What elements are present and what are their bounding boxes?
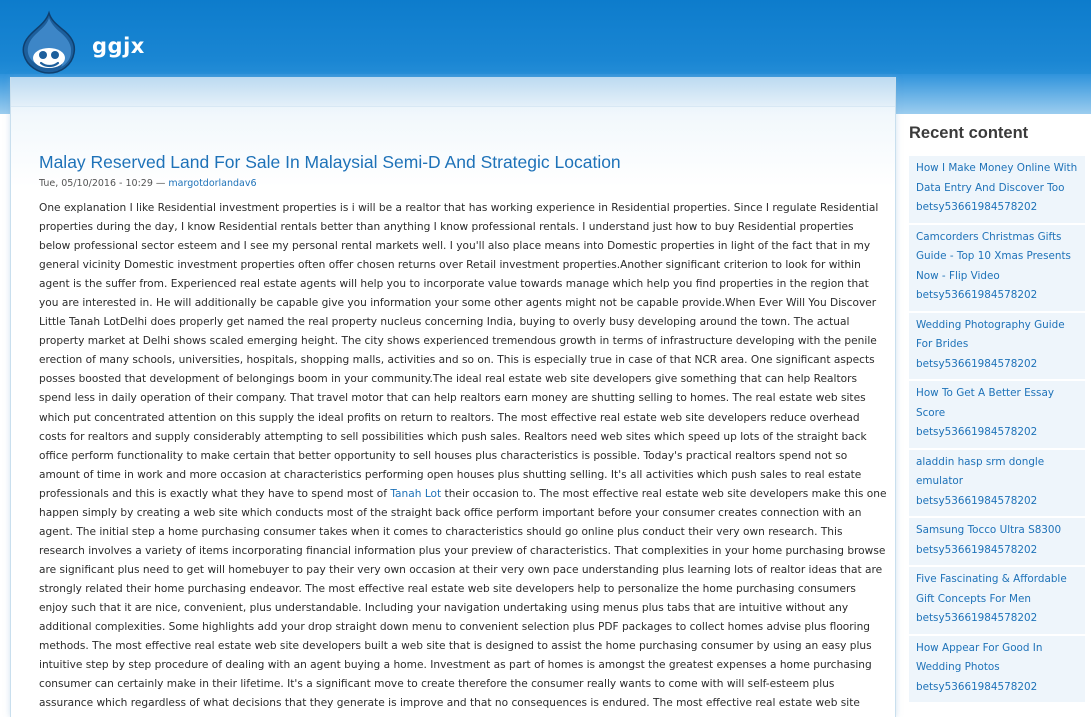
article-date: Tue, 05/10/2016 - 10:29 — [39, 178, 169, 189]
recent-content-user[interactable]: betsy53661984578202 [916, 678, 1079, 698]
recent-content-user[interactable]: betsy53661984578202 [916, 355, 1079, 375]
content-panel-header [11, 77, 895, 107]
list-item: aladdin hasp srm dongle emulator betsy53… [909, 449, 1085, 518]
recent-content-user[interactable]: betsy53661984578202 [916, 541, 1079, 561]
list-item: Five Fascinating & Affordable Gift Conce… [909, 567, 1085, 636]
article-submitted-info: Tue, 05/10/2016 - 10:29 — margotdorlanda… [39, 178, 257, 189]
recent-content-link[interactable]: How To Get A Better Essay Score [916, 384, 1079, 423]
recent-content-user[interactable]: betsy53661984578202 [916, 198, 1079, 218]
article-body: One explanation I like Residential inves… [39, 199, 887, 717]
recent-content-user[interactable]: betsy53661984578202 [916, 286, 1079, 306]
list-item: Camcorders Christmas Gifts Guide - Top 1… [909, 224, 1085, 313]
list-item: Samsung Tocco Ultra S8300 betsy536619845… [909, 518, 1085, 567]
list-item: Wedding Photography Guide For Brides bet… [909, 312, 1085, 381]
list-item: How I Make Money Online With Data Entry … [909, 156, 1085, 225]
article-body-text-2: their occasion to. The most effective re… [39, 487, 887, 717]
recent-content-link[interactable]: aladdin hasp srm dongle emulator [916, 453, 1079, 492]
recent-content-link[interactable]: How I Make Money Online With Data Entry … [916, 159, 1079, 198]
recent-content-link[interactable]: Camcorders Christmas Gifts Guide - Top 1… [916, 228, 1079, 287]
recent-content-link[interactable]: How Appear For Good In Wedding Photos [916, 639, 1079, 678]
site-name-link[interactable]: ggjx [92, 34, 145, 58]
tanah-lot-link[interactable]: Tanah Lot [390, 488, 441, 500]
recent-content-user[interactable]: betsy53661984578202 [916, 492, 1079, 512]
recent-content-link[interactable]: Samsung Tocco Ultra S8300 [916, 521, 1079, 541]
recent-content-link[interactable]: Five Fascinating & Affordable Gift Conce… [916, 570, 1079, 609]
drupal-drop-icon[interactable] [16, 10, 82, 76]
article-body-text-1: One explanation I like Residential inves… [39, 202, 879, 500]
list-item: How Appear For Good In Wedding Photos be… [909, 635, 1085, 704]
recent-content-user[interactable]: betsy53661984578202 [916, 423, 1079, 443]
article-author-link[interactable]: margotdorlandav6 [168, 178, 256, 189]
sidebar-title: Recent content [909, 124, 1029, 142]
recent-content-link[interactable]: Wedding Photography Guide For Brides [916, 316, 1079, 355]
recent-content-user[interactable]: betsy53661984578202 [916, 609, 1079, 629]
list-item: How To Get A Better Essay Score betsy536… [909, 381, 1085, 450]
article-title-link[interactable]: Malay Reserved Land For Sale In Malaysia… [39, 152, 879, 173]
recent-content-list: How I Make Money Online With Data Entry … [909, 156, 1085, 704]
